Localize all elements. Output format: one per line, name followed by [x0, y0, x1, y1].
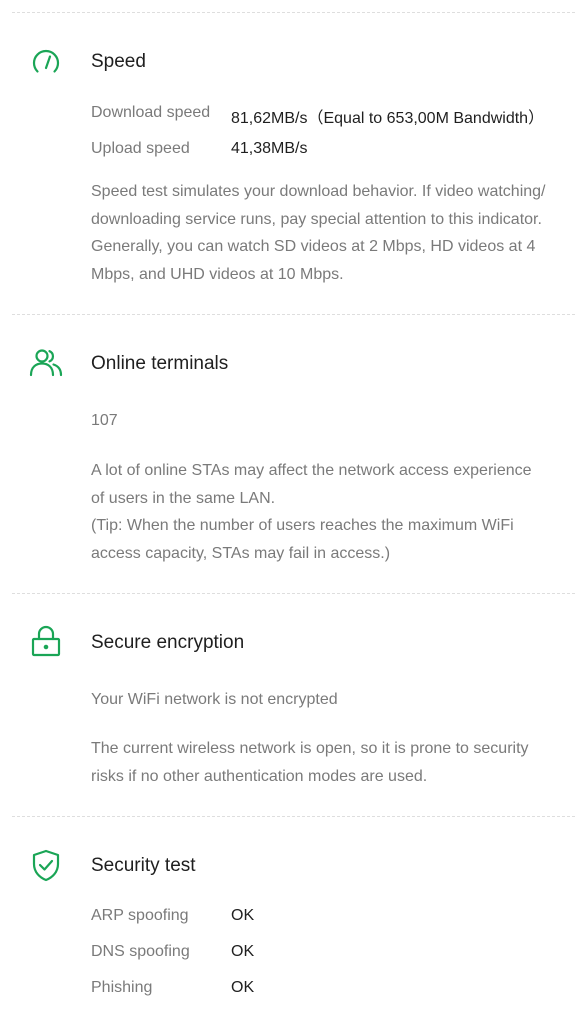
online-terminals-title: Online terminals — [91, 353, 229, 374]
upload-speed-label: Upload speed — [91, 140, 190, 157]
speed-description-line: Mbps, and UHD videos at 10 Mbps. — [91, 265, 344, 283]
speed-description-line: Speed test simulates your download behav… — [91, 183, 546, 200]
speed-description: Speed test simulates your download behav… — [91, 178, 561, 288]
shield-check-icon — [28, 847, 64, 883]
online-terminals-description-line: (Tip: When the number of users reaches t… — [91, 517, 514, 534]
divider — [12, 593, 575, 594]
divider — [12, 816, 575, 817]
online-terminals-description-line: of users in the same LAN. — [91, 489, 276, 507]
online-terminals-description-line: A lot of online STAs may affect the netw… — [91, 462, 532, 479]
arp-spoofing-label: ARP spoofing — [91, 907, 189, 924]
secure-encryption-description-line: risks if no other authentication modes a… — [91, 767, 428, 785]
speed-description-line: Generally, you can watch SD videos at 2 … — [91, 238, 536, 255]
secure-encryption-title: Secure encryption — [91, 632, 245, 653]
secure-encryption-description: The current wireless network is open, so… — [91, 735, 561, 790]
divider-top — [12, 12, 575, 13]
lock-icon — [28, 624, 64, 660]
encryption-status: Your WiFi network is not encrypted — [91, 691, 338, 708]
speed-title: Speed — [91, 51, 146, 72]
phishing-label: Phishing — [91, 979, 153, 996]
phishing-value: OK — [231, 979, 255, 996]
upload-speed-value: 41,38MB/s — [231, 140, 308, 157]
speed-description-line: downloading service runs, pay special at… — [91, 210, 542, 228]
online-terminals-description-line: access capacity, STAs may fail in access… — [91, 544, 391, 562]
online-terminals-count: 107 — [91, 412, 118, 429]
secure-encryption-description-line: The current wireless network is open, so… — [91, 740, 529, 757]
divider — [12, 314, 575, 315]
users-icon — [28, 345, 64, 381]
online-terminals-description: A lot of online STAs may affect the netw… — [91, 457, 561, 567]
security-test-title: Security test — [91, 855, 196, 876]
download-speed-value: 81,62MB/s（Equal to 653,00M Bandwidth） — [231, 110, 545, 127]
dns-spoofing-label: DNS spoofing — [91, 943, 190, 960]
dns-spoofing-value: OK — [231, 943, 255, 960]
download-speed-label: Download speed — [91, 104, 211, 121]
speedometer-icon — [28, 44, 64, 80]
arp-spoofing-value: OK — [231, 907, 255, 924]
